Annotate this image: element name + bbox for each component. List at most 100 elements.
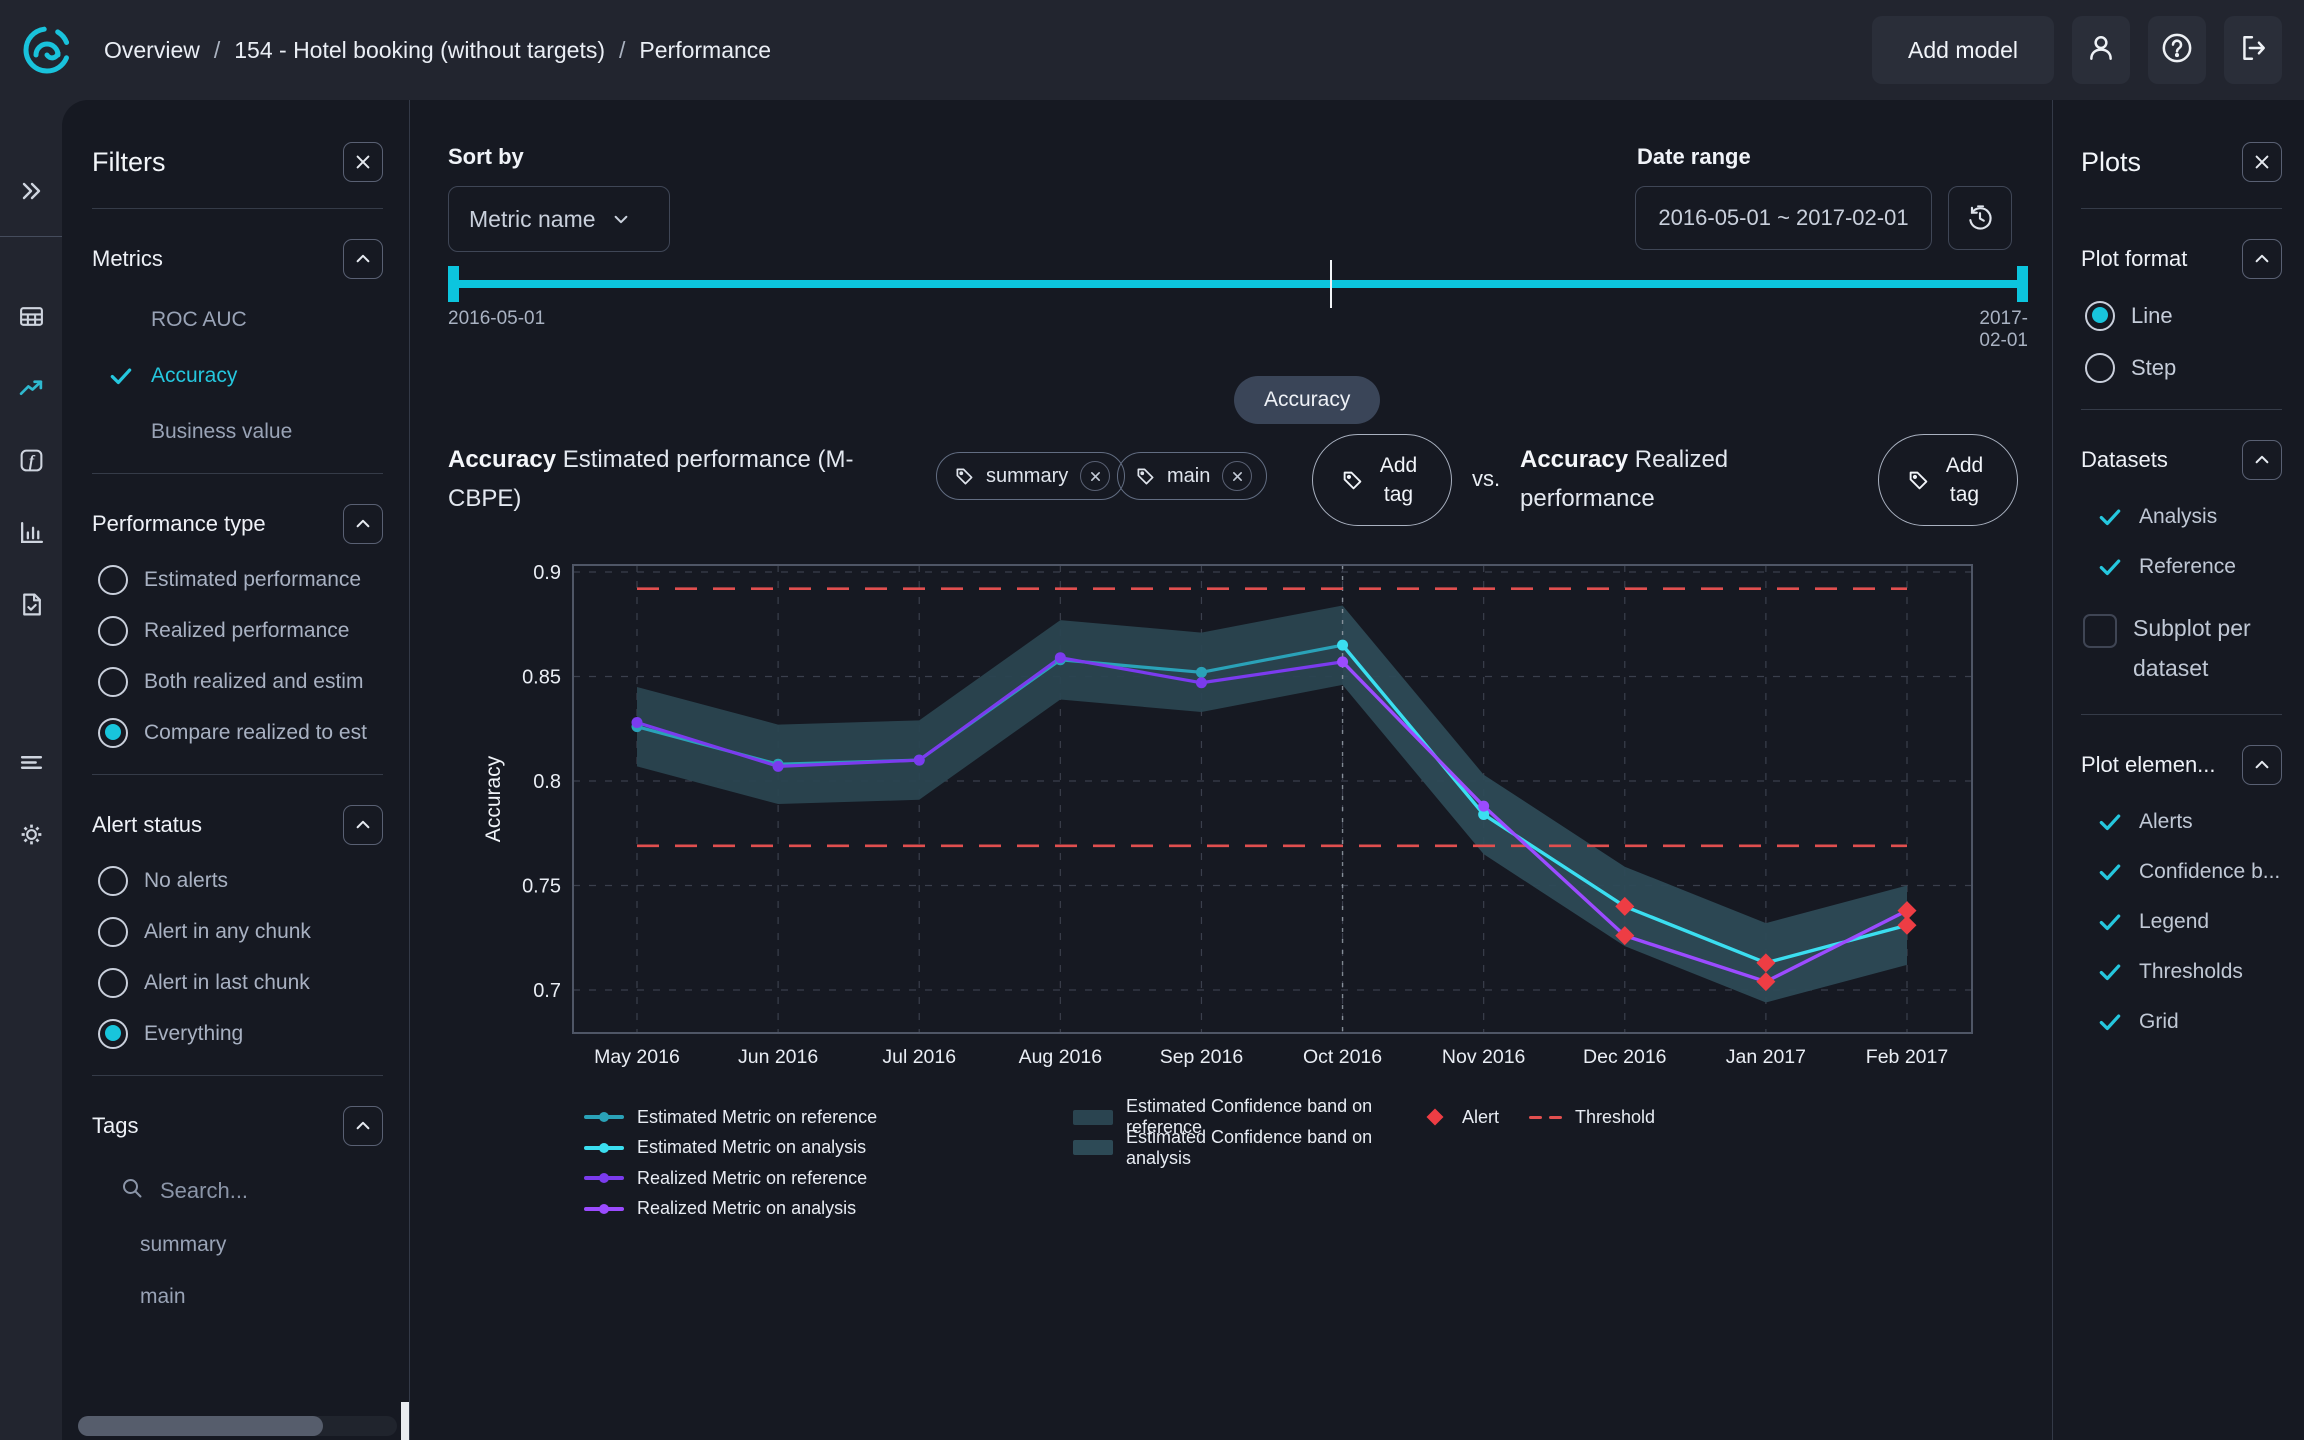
radio-compare-realized-estimated[interactable]: Compare realized to est [98,718,409,748]
app-logo[interactable] [22,25,72,75]
legend-label: Alert [1462,1107,1499,1128]
radio-no-alerts[interactable]: No alerts [98,866,409,896]
user-button[interactable] [2072,16,2130,84]
check-label: Confidence b... [2139,860,2280,884]
document-check-icon[interactable] [8,581,54,627]
svg-text:Sep 2016: Sep 2016 [1160,1046,1244,1068]
logout-icon [2238,33,2268,68]
date-range-slider[interactable] [448,260,2028,308]
plot-element-check-confidence-band[interactable]: Confidence b... [2097,859,2304,885]
vertical-scrollbar-thumb[interactable] [401,1402,409,1440]
plot-element-check-grid[interactable]: Grid [2097,1009,2304,1035]
radio-alert-last-chunk[interactable]: Alert in last chunk [98,968,409,998]
radio-plot-format-step[interactable]: Step [2085,353,2304,383]
plot-format-collapse-button[interactable] [2242,239,2282,279]
legend-item-line[interactable]: Estimated Metric on reference [584,1102,1073,1133]
gear-icon[interactable] [8,811,54,857]
performance-type-collapse-button[interactable] [343,504,383,544]
chart-title-metric: Accuracy [1520,446,1628,473]
metric-item-roc-auc[interactable]: ROC AUC [106,305,409,335]
plot-element-check-alerts[interactable]: Alerts [2097,809,2304,835]
dataset-check-analysis[interactable]: Analysis [2097,504,2304,530]
tag-pill-label: summary [986,465,1068,488]
plots-close-button[interactable] [2242,142,2282,182]
tag-remove-button[interactable] [1080,461,1110,491]
legend-item-line[interactable]: Estimated Metric on analysis [584,1133,1073,1164]
add-model-button[interactable]: Add model [1872,16,2054,84]
bar-chart-icon[interactable] [8,509,54,555]
checkbox-unchecked-icon[interactable] [2083,614,2117,648]
legend-item-band[interactable]: Estimated Confidence band on analysis [1073,1133,1421,1164]
tag-pill-summary[interactable]: summary [936,452,1125,500]
date-range-input[interactable]: 2016-05-01 ~ 2017-02-01 [1635,186,1932,250]
metric-item-business-value[interactable]: Business value [106,417,409,447]
breadcrumb-performance[interactable]: Performance [639,37,771,64]
plot-element-check-legend[interactable]: Legend [2097,909,2304,935]
slider-handle-end[interactable] [2017,266,2028,302]
legend-label: Estimated Confidence band on analysis [1126,1127,1421,1169]
close-icon [2253,153,2271,171]
radio-estimated-performance[interactable]: Estimated performance [98,565,409,595]
performance-trend-icon[interactable] [8,365,54,411]
tag-pill-main[interactable]: main [1117,452,1267,500]
radio-alert-any-chunk[interactable]: Alert in any chunk [98,917,409,947]
function-icon[interactable]: f [8,437,54,483]
legend-item-line[interactable]: Realized Metric on reference [584,1163,1073,1194]
radio-everything[interactable]: Everything [98,1019,409,1049]
performance-chart[interactable]: 0.90.850.80.750.7May 2016Jun 2016Jul 201… [430,545,2050,1090]
svg-text:Jul 2016: Jul 2016 [882,1046,956,1068]
divider [92,1075,383,1076]
tag-list-item-main[interactable]: main [140,1285,409,1309]
sort-by-select[interactable]: Metric name [448,186,670,252]
legend-item-line[interactable]: Realized Metric on analysis [584,1194,1073,1225]
date-range-reset-button[interactable] [1948,186,2012,250]
chevron-up-icon [2253,756,2271,774]
metric-label: Business value [151,420,292,444]
content-area: Filters Metrics ROC AUC Accuracy Busines… [62,100,2304,1440]
legend-column: Estimated Metric on referenceEstimated M… [584,1102,1073,1224]
logout-button[interactable] [2224,16,2282,84]
add-tag-button-right[interactable]: Add tag [1878,434,2018,526]
metric-item-accuracy[interactable]: Accuracy [106,361,409,391]
breadcrumb-separator: / [619,37,625,64]
check-label: Legend [2139,910,2209,934]
legend-item-dash[interactable]: Threshold [1529,1102,1655,1133]
svg-text:Nov 2016: Nov 2016 [1442,1046,1525,1068]
legend-item-diamond[interactable]: Alert [1421,1102,1499,1133]
horizontal-scrollbar-track[interactable] [78,1416,397,1436]
tag-remove-button[interactable] [1222,461,1252,491]
radio-realized-performance[interactable]: Realized performance [98,616,409,646]
add-tag-button-left[interactable]: Add tag [1312,434,1452,526]
dataset-check-reference[interactable]: Reference [2097,554,2304,580]
radio-plot-format-line[interactable]: Line [2085,301,2304,331]
expand-sidebar-icon[interactable] [8,168,54,214]
breadcrumb-overview[interactable]: Overview [104,37,200,64]
alert-status-collapse-button[interactable] [343,805,383,845]
tags-collapse-button[interactable] [343,1106,383,1146]
metric-chip-accuracy[interactable]: Accuracy [1234,376,1380,424]
history-reset-icon [1965,203,1995,233]
table-view-icon[interactable] [8,293,54,339]
tag-pill-label: main [1167,465,1210,488]
metrics-collapse-button[interactable] [343,239,383,279]
help-button[interactable] [2148,16,2206,84]
radio-both-realized-estimated[interactable]: Both realized and estim [98,667,409,697]
plot-elements-collapse-button[interactable] [2242,745,2282,785]
check-label: Alerts [2139,810,2193,834]
band-swatch-icon [1073,1110,1113,1125]
metric-label: ROC AUC [151,308,247,332]
plot-element-check-thresholds[interactable]: Thresholds [2097,959,2304,985]
radio-label: Alert in last chunk [144,971,310,995]
diamond-swatch-icon [1427,1109,1444,1126]
breadcrumb-model[interactable]: 154 - Hotel booking (without targets) [234,37,605,64]
slider-track[interactable] [448,280,2028,288]
sort-by-label: Sort by [448,144,524,170]
slider-handle-start[interactable] [448,266,459,302]
menu-lines-icon[interactable] [8,739,54,785]
horizontal-scrollbar-thumb[interactable] [78,1416,323,1436]
subplot-per-dataset-toggle[interactable]: Subplot per dataset [2083,608,2304,688]
tags-search-input[interactable] [160,1178,340,1204]
tag-list-item-summary[interactable]: summary [140,1233,409,1257]
filters-close-button[interactable] [343,142,383,182]
datasets-collapse-button[interactable] [2242,440,2282,480]
